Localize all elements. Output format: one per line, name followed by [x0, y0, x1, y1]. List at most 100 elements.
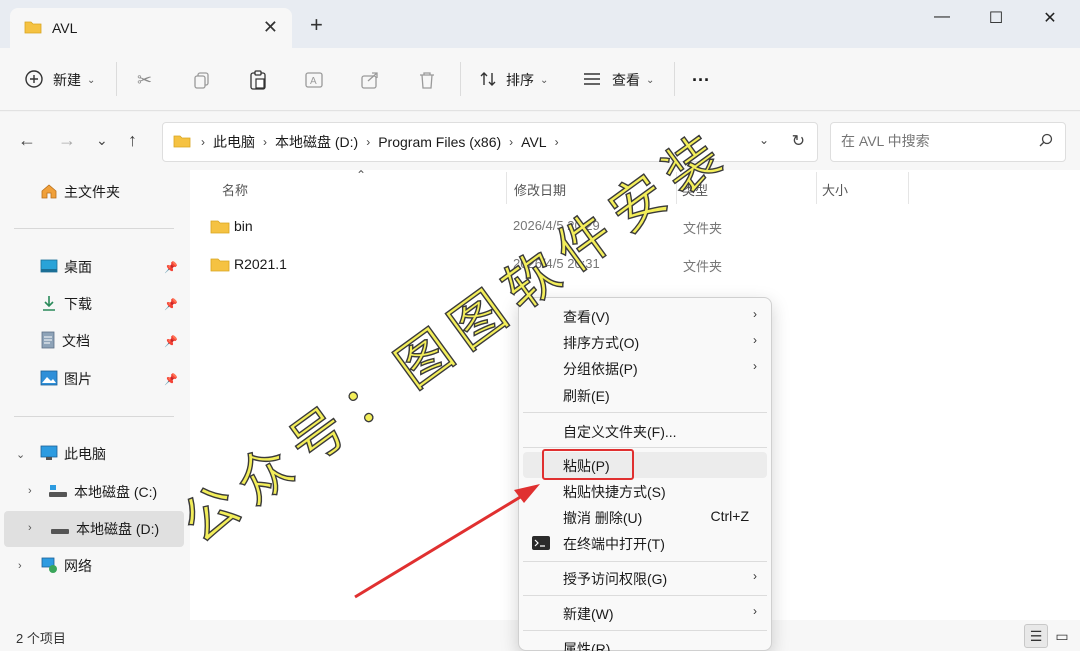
menu-item-group-by[interactable]: 分组依据(P) ›: [523, 355, 767, 381]
computer-icon: [40, 445, 58, 464]
address-bar[interactable]: › 此电脑 › 本地磁盘 (D:) › Program Files (x86) …: [162, 122, 818, 162]
chevron-right-icon: ›: [753, 307, 757, 321]
sidebar-item-label: 此电脑: [64, 446, 106, 462]
new-tab-button[interactable]: +: [310, 14, 323, 36]
menu-item-view[interactable]: 查看(V) ›: [523, 303, 767, 329]
maximize-button[interactable]: ☐: [976, 8, 1016, 28]
refresh-icon[interactable]: ↻: [792, 131, 805, 151]
sidebar-item-label: 图片: [64, 371, 92, 387]
breadcrumb-program-files[interactable]: Program Files (x86): [378, 134, 501, 150]
share-icon[interactable]: [360, 66, 380, 94]
breadcrumb-this-pc[interactable]: 此电脑: [213, 132, 255, 152]
file-row[interactable]: bin 2026/4/5 20:29 文件夹: [190, 209, 1080, 245]
file-type: 文件夹: [683, 259, 723, 274]
folder-icon: [210, 257, 230, 275]
tiles-view-icon[interactable]: ▭: [1050, 624, 1074, 648]
sort-button[interactable]: 排序 ⌄: [478, 66, 548, 94]
close-window-button[interactable]: ✕: [1030, 8, 1070, 28]
file-name: R2021.1: [234, 256, 287, 272]
sidebar-item-pictures[interactable]: 图片 📌: [40, 361, 184, 397]
menu-item-customize-folder[interactable]: 自定义文件夹(F)...: [523, 418, 767, 444]
search-box[interactable]: [830, 122, 1066, 162]
forward-arrow-icon[interactable]: →: [58, 130, 76, 151]
recent-locations-icon[interactable]: ⌄: [96, 132, 108, 149]
sort-label: 排序: [506, 72, 534, 88]
breadcrumb-avl[interactable]: AVL: [521, 134, 546, 150]
details-view-icon[interactable]: ☰: [1024, 624, 1048, 648]
title-bar: AVL ✕ + — ☐ ✕: [0, 0, 1080, 48]
drive-d-icon: [50, 520, 70, 539]
pin-icon[interactable]: 📌: [164, 298, 178, 311]
chevron-right-icon: ›: [753, 333, 757, 347]
home-icon: [40, 183, 58, 202]
menu-item-new[interactable]: 新建(W) ›: [523, 600, 767, 626]
menu-item-undo-delete[interactable]: 撤消 删除(U) Ctrl+Z: [523, 504, 767, 530]
menu-label: 刷新(E): [563, 388, 610, 404]
up-arrow-icon[interactable]: ↑: [128, 130, 137, 151]
expand-chevron-icon[interactable]: ›: [18, 560, 22, 572]
menu-item-open-in-terminal[interactable]: 在终端中打开(T): [523, 530, 767, 556]
plus-circle-icon: [24, 69, 44, 92]
sidebar-item-desktop[interactable]: 桌面 📌: [40, 249, 184, 285]
column-header-size[interactable]: 大小: [822, 180, 848, 199]
tab-close-icon[interactable]: ✕: [263, 17, 278, 38]
menu-label: 查看(V): [563, 309, 610, 325]
expand-chevron-icon[interactable]: ›: [28, 485, 32, 497]
chevron-right-icon: ›: [753, 569, 757, 583]
menu-label: 分组依据(P): [563, 361, 638, 377]
sort-icon: [478, 69, 498, 92]
delete-icon[interactable]: [417, 66, 437, 94]
document-icon: [40, 331, 56, 352]
chevron-down-icon: ⌄: [540, 74, 549, 86]
more-options-button[interactable]: ···: [692, 66, 710, 94]
column-header-type[interactable]: 类型: [682, 180, 708, 199]
menu-label: 在终端中打开(T): [563, 536, 665, 552]
menu-label: 排序方式(O): [563, 335, 640, 351]
chevron-right-icon: ›: [753, 359, 757, 373]
sort-ascending-icon: ⌃: [356, 168, 367, 182]
view-label: 查看: [612, 72, 640, 88]
address-dropdown-icon[interactable]: ⌄: [759, 133, 769, 147]
back-arrow-icon[interactable]: ←: [18, 130, 36, 151]
menu-shortcut: Ctrl+Z: [710, 508, 750, 524]
sidebar-item-documents[interactable]: 文档 📌: [40, 323, 184, 359]
pin-icon[interactable]: 📌: [164, 335, 178, 348]
column-header-name[interactable]: 名称: [222, 180, 248, 199]
sidebar-item-downloads[interactable]: 下载 📌: [40, 286, 184, 322]
sidebar-item-network[interactable]: 网络: [40, 548, 184, 584]
menu-item-refresh[interactable]: 刷新(E): [523, 382, 767, 408]
cut-icon[interactable]: ✂: [137, 66, 152, 94]
paste-icon[interactable]: [248, 66, 268, 94]
folder-icon: [210, 219, 230, 237]
copy-icon[interactable]: [192, 66, 212, 94]
download-icon: [40, 294, 58, 315]
sidebar-item-label: 本地磁盘 (D:): [76, 521, 160, 537]
menu-item-paste-shortcut[interactable]: 粘贴快捷方式(S): [523, 478, 767, 504]
new-button[interactable]: 新建 ⌄: [24, 66, 95, 94]
expand-chevron-icon[interactable]: ›: [28, 522, 32, 534]
sidebar-item-drive-d[interactable]: › 本地磁盘 (D:): [4, 511, 184, 547]
pin-icon[interactable]: 📌: [164, 261, 178, 274]
file-name: bin: [234, 218, 253, 234]
breadcrumb-drive-d[interactable]: 本地磁盘 (D:): [275, 132, 358, 152]
sidebar-item-drive-c[interactable]: 本地磁盘 (C:): [48, 474, 184, 510]
menu-item-give-access[interactable]: 授予访问权限(G) ›: [523, 565, 767, 591]
terminal-icon: [531, 535, 551, 554]
menu-item-sort-by[interactable]: 排序方式(O) ›: [523, 329, 767, 355]
chevron-right-icon: ›: [554, 135, 559, 149]
search-input[interactable]: [841, 133, 1031, 149]
file-row[interactable]: R2021.1 2026/4/5 20:31 文件夹: [190, 247, 1080, 283]
navigation-bar: ← → ⌄ ↑ › 此电脑 › 本地磁盘 (D:) › Program File…: [0, 112, 1080, 170]
expand-chevron-icon[interactable]: ⌄: [16, 448, 25, 461]
chevron-down-icon: ⌄: [87, 74, 96, 86]
rename-icon[interactable]: A: [304, 66, 326, 94]
tab-avl[interactable]: AVL ✕: [10, 8, 292, 48]
view-button[interactable]: 查看 ⌄: [582, 66, 654, 94]
sidebar-item-this-pc[interactable]: 此电脑: [40, 436, 184, 472]
sidebar-item-label: 桌面: [64, 259, 92, 275]
minimize-button[interactable]: —: [922, 8, 962, 26]
column-header-date[interactable]: 修改日期: [514, 180, 566, 199]
menu-item-properties[interactable]: 属性(R): [523, 635, 767, 651]
sidebar-item-home[interactable]: 主文件夹: [40, 174, 184, 210]
pin-icon[interactable]: 📌: [164, 373, 178, 386]
